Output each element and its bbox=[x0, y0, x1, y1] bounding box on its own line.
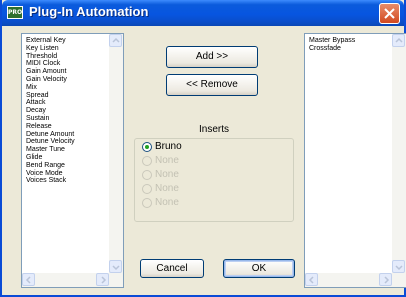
scroll-left-button[interactable] bbox=[305, 273, 318, 286]
chevron-up-icon bbox=[112, 37, 120, 43]
list-item[interactable]: Bend Range bbox=[26, 162, 75, 170]
scroll-up-button[interactable] bbox=[109, 34, 122, 47]
automated-parameters-list[interactable]: Master Bypass Crossfade bbox=[304, 33, 406, 288]
scroll-up-button[interactable] bbox=[392, 34, 405, 47]
remove-button[interactable]: << Remove bbox=[166, 74, 258, 96]
insert-option-label: None bbox=[155, 197, 179, 208]
automated-parameters-items: Master Bypass Crossfade bbox=[309, 37, 355, 53]
pro-tools-app-icon: PRO bbox=[7, 6, 23, 19]
window-title: Plug-In Automation bbox=[29, 4, 149, 19]
list-item[interactable]: Spread bbox=[26, 92, 75, 100]
radio-unchecked-icon bbox=[142, 156, 152, 166]
available-parameters-items: External Key Key Listen Threshold MIDI Cloc… bbox=[26, 37, 75, 185]
chevron-down-icon bbox=[112, 265, 120, 271]
ok-button[interactable]: OK bbox=[223, 259, 295, 278]
radio-dot-icon bbox=[145, 145, 149, 149]
scroll-down-button[interactable] bbox=[392, 260, 405, 273]
list-item[interactable]: Master Bypass bbox=[309, 37, 355, 45]
chevron-down-icon bbox=[395, 265, 403, 271]
list-item[interactable]: Voice Mode bbox=[26, 170, 75, 178]
radio-unchecked-icon bbox=[142, 170, 152, 180]
list-item[interactable]: Crossfade bbox=[309, 45, 355, 53]
inserts-label: Inserts bbox=[197, 124, 232, 135]
scroll-left-button[interactable] bbox=[22, 273, 35, 286]
list-item[interactable]: Mix bbox=[26, 84, 75, 92]
close-icon bbox=[384, 8, 395, 19]
title-bar[interactable]: PRO Plug-In Automation bbox=[2, 0, 404, 26]
list-item[interactable]: Gain Amount bbox=[26, 68, 75, 76]
chevron-left-icon bbox=[25, 276, 31, 284]
radio-checked-icon[interactable] bbox=[142, 142, 152, 152]
list-item[interactable]: Detune Velocity bbox=[26, 138, 75, 146]
vertical-scrollbar[interactable] bbox=[392, 34, 406, 273]
chevron-up-icon bbox=[395, 37, 403, 43]
list-item[interactable]: Release bbox=[26, 123, 75, 131]
scroll-right-button[interactable] bbox=[96, 273, 109, 286]
list-item[interactable]: Gain Velocity bbox=[26, 76, 75, 84]
horizontal-scrollbar[interactable] bbox=[22, 273, 123, 287]
list-item[interactable]: Voices Stack bbox=[26, 177, 75, 185]
list-item[interactable]: Detune Amount bbox=[26, 131, 75, 139]
scroll-right-button[interactable] bbox=[379, 273, 392, 286]
list-item[interactable]: Attack bbox=[26, 99, 75, 107]
plugin-automation-dialog: PRO Plug-In Automation External Key Key L… bbox=[0, 0, 406, 297]
list-item[interactable]: External Key bbox=[26, 37, 75, 45]
scroll-down-button[interactable] bbox=[109, 260, 122, 273]
insert-option-label: None bbox=[155, 183, 179, 194]
radio-unchecked-icon bbox=[142, 184, 152, 194]
list-item[interactable]: Master Tune bbox=[26, 146, 75, 154]
insert-option-label: None bbox=[155, 169, 179, 180]
insert-option-label: None bbox=[155, 155, 179, 166]
chevron-left-icon bbox=[308, 276, 314, 284]
radio-unchecked-icon bbox=[142, 198, 152, 208]
chevron-right-icon bbox=[384, 276, 390, 284]
list-item[interactable]: Glide bbox=[26, 154, 75, 162]
list-item[interactable]: Threshold bbox=[26, 53, 75, 61]
vertical-scrollbar[interactable] bbox=[109, 34, 123, 273]
list-item[interactable]: Key Listen bbox=[26, 45, 75, 53]
insert-option-label: Bruno bbox=[155, 141, 182, 152]
list-item[interactable]: MIDI Clock bbox=[26, 60, 75, 68]
close-button[interactable] bbox=[379, 3, 400, 24]
add-button[interactable]: Add >> bbox=[166, 46, 258, 68]
chevron-right-icon bbox=[101, 276, 107, 284]
available-parameters-list[interactable]: External Key Key Listen Threshold MIDI Cloc… bbox=[21, 33, 124, 288]
list-item[interactable]: Sustain bbox=[26, 115, 75, 123]
list-item[interactable]: Decay bbox=[26, 107, 75, 115]
horizontal-scrollbar[interactable] bbox=[305, 273, 406, 287]
cancel-button[interactable]: Cancel bbox=[140, 259, 204, 278]
